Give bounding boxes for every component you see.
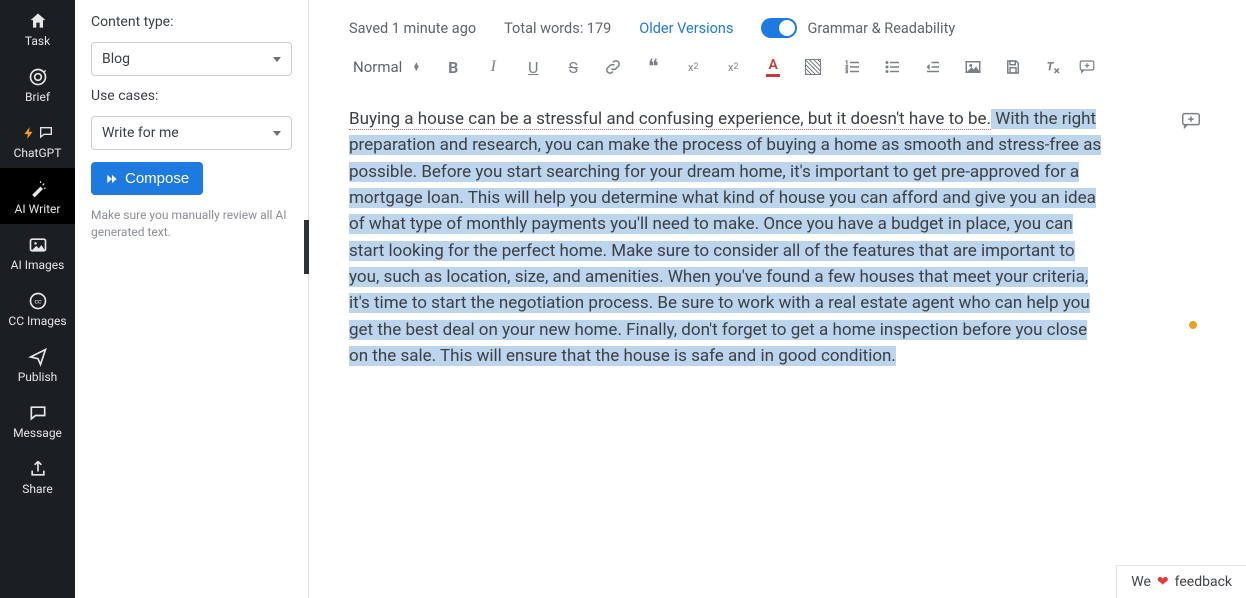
status-dot-icon bbox=[1189, 321, 1197, 329]
editor-toolbar: Normal ▲▼ B I U S ❝ x2 x2 A 123 bbox=[309, 46, 1246, 86]
bullet-list-icon bbox=[884, 58, 902, 76]
nav-item-chatgpt[interactable]: ChatGPT bbox=[0, 112, 75, 168]
margin-comment-button[interactable] bbox=[1178, 108, 1204, 134]
save-icon bbox=[1004, 58, 1022, 76]
content-type-select[interactable]: Blog bbox=[91, 42, 292, 76]
editor-content[interactable]: Buying a house can be a stressful and co… bbox=[309, 86, 1149, 369]
ai-review-hint: Make sure you manually review all AI gen… bbox=[91, 207, 292, 241]
editor-text-plain: Buying a house can be a stressful and co… bbox=[349, 109, 991, 130]
compose-button[interactable]: Compose bbox=[91, 162, 203, 195]
italic-button[interactable]: I bbox=[482, 56, 504, 78]
grammar-toggle-label: Grammar & Readability bbox=[807, 20, 955, 37]
nav-item-ai-writer[interactable]: AI Writer bbox=[0, 168, 75, 224]
font-color-button[interactable]: A bbox=[762, 56, 784, 78]
ai-writer-panel: Content type: Blog Use cases: Write for … bbox=[75, 0, 309, 598]
cc-icon: cc bbox=[28, 290, 48, 312]
nav-item-brief[interactable]: Brief bbox=[0, 56, 75, 112]
image-icon bbox=[28, 234, 48, 256]
link-icon bbox=[604, 58, 622, 76]
nav-label: AI Writer bbox=[15, 202, 61, 216]
saved-status: Saved 1 minute ago bbox=[349, 20, 476, 37]
heart-icon: ❤ bbox=[1157, 574, 1169, 590]
feedback-prefix: We bbox=[1131, 574, 1151, 590]
vertical-nav: Task Brief ChatGPT AI Writer AI Images c… bbox=[0, 0, 75, 598]
nav-item-share[interactable]: Share bbox=[0, 448, 75, 504]
comment-plus-icon bbox=[1180, 110, 1202, 132]
use-cases-value: Write for me bbox=[102, 125, 179, 141]
feedback-button[interactable]: We ❤ feedback bbox=[1116, 565, 1246, 598]
outdent-button[interactable] bbox=[922, 56, 944, 78]
magic-wand-icon bbox=[28, 178, 48, 200]
chat-icon bbox=[28, 402, 48, 424]
send-icon bbox=[28, 346, 48, 368]
nav-label: Share bbox=[22, 482, 53, 496]
nav-label: AI Images bbox=[11, 258, 65, 272]
nav-label: Brief bbox=[25, 90, 50, 104]
home-icon bbox=[28, 10, 48, 32]
share-icon bbox=[28, 458, 48, 480]
word-count: Total words: 179 bbox=[504, 20, 611, 37]
use-cases-label: Use cases: bbox=[91, 88, 292, 104]
ordered-list-button[interactable]: 123 bbox=[842, 56, 864, 78]
chatgpt-icon bbox=[22, 122, 54, 144]
underline-button[interactable]: U bbox=[522, 56, 544, 78]
nav-label: Publish bbox=[18, 370, 58, 384]
nav-label: CC Images bbox=[8, 314, 66, 328]
nav-item-task[interactable]: Task bbox=[0, 0, 75, 56]
use-cases-select[interactable]: Write for me bbox=[91, 116, 292, 150]
caret-down-icon bbox=[273, 131, 281, 136]
strikethrough-button[interactable]: S bbox=[562, 56, 584, 78]
ordered-list-icon: 123 bbox=[844, 58, 862, 76]
fast-forward-icon bbox=[105, 172, 119, 186]
svg-text:cc: cc bbox=[34, 298, 41, 306]
blockquote-button[interactable]: ❝ bbox=[642, 56, 664, 78]
nav-label: Message bbox=[13, 426, 62, 440]
older-versions-link[interactable]: Older Versions bbox=[639, 20, 733, 37]
toggle-knob bbox=[779, 20, 795, 36]
svg-text:T: T bbox=[1047, 60, 1054, 73]
highlight-icon bbox=[805, 59, 821, 75]
paragraph-style-value: Normal bbox=[353, 58, 402, 76]
content-type-label: Content type: bbox=[91, 14, 292, 30]
clear-format-button[interactable]: T bbox=[1042, 56, 1064, 78]
editor-text-selected: With the right preparation and research,… bbox=[349, 109, 1101, 366]
svg-text:3: 3 bbox=[846, 69, 849, 75]
letter-a-icon: A bbox=[769, 57, 778, 73]
image-icon bbox=[964, 58, 982, 76]
color-bar bbox=[766, 74, 780, 77]
updown-icon: ▲▼ bbox=[412, 63, 420, 71]
subscript-button[interactable]: x2 bbox=[682, 56, 704, 78]
caret-down-icon bbox=[273, 57, 281, 62]
nav-item-ai-images[interactable]: AI Images bbox=[0, 224, 75, 280]
nav-item-message[interactable]: Message bbox=[0, 392, 75, 448]
feedback-suffix: feedback bbox=[1175, 574, 1232, 590]
unordered-list-button[interactable] bbox=[882, 56, 904, 78]
link-button[interactable] bbox=[602, 56, 624, 78]
compose-label: Compose bbox=[125, 170, 189, 187]
editor-area: Saved 1 minute ago Total words: 179 Olde… bbox=[309, 0, 1246, 598]
outdent-icon bbox=[924, 58, 942, 76]
bold-button[interactable]: B bbox=[442, 56, 464, 78]
nav-item-publish[interactable]: Publish bbox=[0, 336, 75, 392]
image-button[interactable] bbox=[962, 56, 984, 78]
nav-label: Task bbox=[25, 34, 50, 48]
add-comment-button[interactable] bbox=[1076, 56, 1098, 78]
paragraph-style-select[interactable]: Normal ▲▼ bbox=[349, 56, 424, 78]
nav-label: ChatGPT bbox=[14, 146, 62, 160]
clear-format-icon: T bbox=[1044, 58, 1062, 76]
editor-topbar: Saved 1 minute ago Total words: 179 Olde… bbox=[309, 0, 1246, 46]
grammar-toggle-group: Grammar & Readability bbox=[761, 18, 955, 38]
grammar-toggle[interactable] bbox=[761, 18, 797, 38]
highlight-button[interactable] bbox=[802, 56, 824, 78]
nav-item-cc-images[interactable]: cc CC Images bbox=[0, 280, 75, 336]
content-type-value: Blog bbox=[102, 51, 130, 67]
target-icon bbox=[28, 66, 48, 88]
superscript-button[interactable]: x2 bbox=[722, 56, 744, 78]
save-button[interactable] bbox=[1002, 56, 1024, 78]
comment-plus-icon bbox=[1078, 58, 1096, 76]
